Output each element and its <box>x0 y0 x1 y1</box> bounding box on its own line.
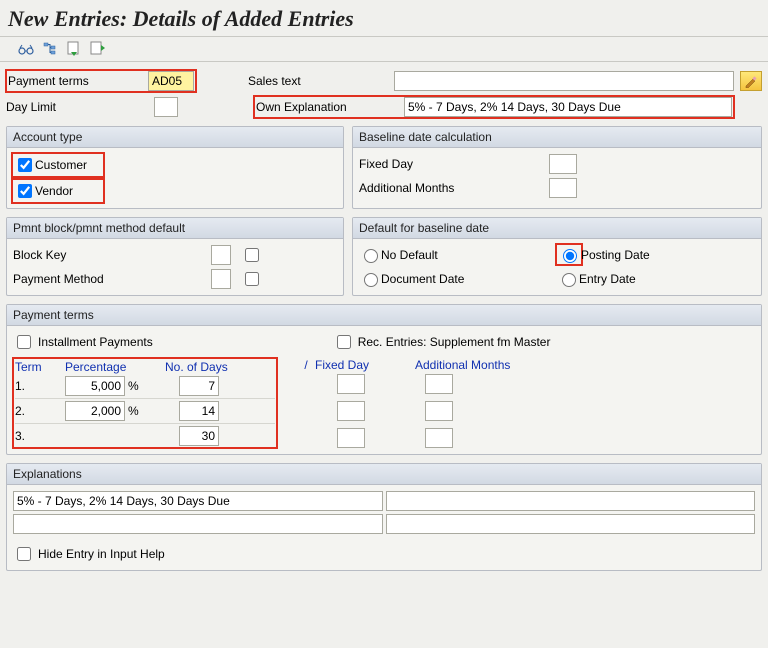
posting-date-radio[interactable] <box>563 249 577 263</box>
explanations-group: Explanations Hide Entry in Input Help <box>6 463 762 571</box>
payment-terms-label: Payment terms <box>8 74 148 88</box>
page-title: New Entries: Details of Added Entries <box>0 0 768 36</box>
entry-date-label: Entry Date <box>579 272 636 286</box>
vendor-label: Vendor <box>35 184 73 198</box>
block-key-checkbox[interactable] <box>245 248 259 262</box>
baseline-calc-group: Baseline date calculation Fixed Day Addi… <box>352 126 762 209</box>
document-date-radio[interactable] <box>364 273 378 287</box>
entry-date-radio[interactable] <box>562 273 576 287</box>
customer-label: Customer <box>35 158 87 172</box>
no-default-label: No Default <box>381 248 438 262</box>
installment-checkbox[interactable] <box>17 335 31 349</box>
explanation-line1b-input[interactable] <box>386 491 756 511</box>
payment-terms-group: Payment terms Installment Payments Rec. … <box>6 304 762 455</box>
term-1-days[interactable] <box>179 376 219 396</box>
vendor-checkbox[interactable] <box>18 184 32 198</box>
explanation-line1-input[interactable] <box>13 491 383 511</box>
help-button[interactable] <box>740 71 762 91</box>
row3-months-input[interactable] <box>425 428 453 448</box>
table-row: 3. <box>15 426 275 446</box>
row1-months-input[interactable] <box>425 374 453 394</box>
th-days: No. of Days <box>165 360 275 374</box>
account-type-group: Account type Customer Vendor <box>6 126 344 209</box>
payment-method-input[interactable] <box>211 269 231 289</box>
add-months-input[interactable] <box>549 178 577 198</box>
hide-entry-checkbox[interactable] <box>17 547 31 561</box>
rec-entries-label: Rec. Entries: Supplement fm Master <box>358 335 551 349</box>
term-2-percentage[interactable] <box>65 401 125 421</box>
baseline-calc-title: Baseline date calculation <box>353 127 761 148</box>
payment-terms-title: Payment terms <box>7 305 761 326</box>
block-key-input[interactable] <box>211 245 231 265</box>
payment-method-label: Payment Method <box>13 272 211 286</box>
block-key-label: Block Key <box>13 248 211 262</box>
page-right-icon[interactable] <box>90 41 106 57</box>
explanation-line2-input[interactable] <box>13 514 383 534</box>
term-2-days[interactable] <box>179 401 219 421</box>
term-3-days[interactable] <box>179 426 219 446</box>
row1-fixed-input[interactable] <box>337 374 365 394</box>
toolbar <box>0 37 768 61</box>
own-explanation-label: Own Explanation <box>256 100 404 114</box>
th-months: Additional Months <box>415 358 535 372</box>
fixed-day-label: Fixed Day <box>359 157 549 171</box>
table-row: 2. % <box>15 401 275 424</box>
add-months-label: Additional Months <box>359 181 549 195</box>
sales-text-label: Sales text <box>248 74 388 88</box>
own-explanation-input[interactable] <box>404 97 732 117</box>
payment-method-checkbox[interactable] <box>245 272 259 286</box>
term-1-label: 1. <box>15 379 65 393</box>
default-baseline-group: Default for baseline date No Default Pos… <box>352 217 762 296</box>
no-default-radio[interactable] <box>364 249 378 263</box>
th-fixed: Fixed Day <box>315 358 415 372</box>
day-limit-label: Day Limit <box>6 100 148 114</box>
installment-label: Installment Payments <box>38 335 153 349</box>
pmnt-block-title: Pmnt block/pmnt method default <box>7 218 343 239</box>
term-2-pct: % <box>125 404 139 418</box>
fixed-day-input[interactable] <box>549 154 577 174</box>
account-type-title: Account type <box>7 127 343 148</box>
row2-fixed-input[interactable] <box>337 401 365 421</box>
th-term: Term <box>15 360 65 374</box>
rec-entries-checkbox[interactable] <box>337 335 351 349</box>
customer-checkbox[interactable] <box>18 158 32 172</box>
explanation-line2b-input[interactable] <box>386 514 756 534</box>
page-down-icon[interactable] <box>66 41 82 57</box>
table-row: 1. % <box>15 376 275 399</box>
th-slash: / <box>297 358 315 372</box>
hide-entry-label: Hide Entry in Input Help <box>38 547 165 561</box>
glasses-icon[interactable] <box>18 41 34 57</box>
default-baseline-title: Default for baseline date <box>353 218 761 239</box>
payment-terms-input[interactable] <box>148 71 194 91</box>
term-3-label: 3. <box>15 429 65 443</box>
term-1-pct: % <box>125 379 139 393</box>
th-percentage: Percentage <box>65 360 165 374</box>
pmnt-block-group: Pmnt block/pmnt method default Block Key… <box>6 217 344 296</box>
row3-fixed-input[interactable] <box>337 428 365 448</box>
explanations-title: Explanations <box>7 464 761 485</box>
posting-date-label: Posting Date <box>581 248 650 262</box>
document-date-label: Document Date <box>381 272 464 286</box>
tree-icon[interactable] <box>42 41 58 57</box>
row2-months-input[interactable] <box>425 401 453 421</box>
day-limit-input[interactable] <box>154 97 178 117</box>
term-2-label: 2. <box>15 404 65 418</box>
sales-text-input[interactable] <box>394 71 734 91</box>
term-1-percentage[interactable] <box>65 376 125 396</box>
